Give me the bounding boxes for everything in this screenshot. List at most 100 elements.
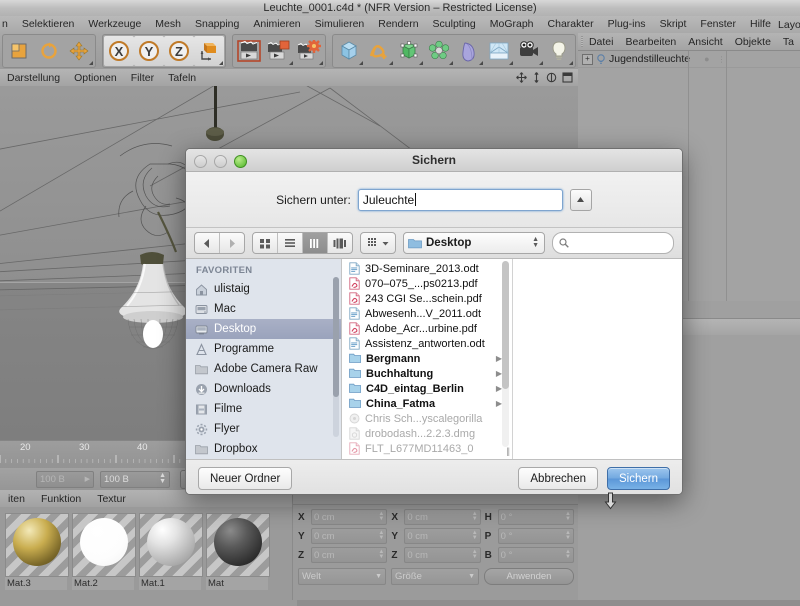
- menu-item-charakter[interactable]: Charakter: [541, 16, 601, 33]
- sidebar-scrollbar[interactable]: [333, 277, 339, 437]
- menu-item-plug-ins[interactable]: Plug-ins: [601, 16, 653, 33]
- menu-item-simulieren[interactable]: Simulieren: [308, 16, 372, 33]
- cancel-button[interactable]: Abbrechen: [518, 467, 598, 490]
- stepper-icon[interactable]: ▲ ▼: [159, 472, 166, 485]
- material-item[interactable]: Mat: [206, 513, 270, 606]
- end-frame-field[interactable]: 100 B ▲ ▼: [100, 470, 170, 488]
- viewport-menu-tafeln[interactable]: Tafeln: [161, 72, 203, 84]
- menu-item-snapping[interactable]: Snapping: [188, 16, 246, 33]
- toolbar-button-render-settings[interactable]: [294, 36, 324, 66]
- forward-button[interactable]: [220, 233, 244, 253]
- sidebar-item-dropbox[interactable]: Dropbox: [186, 439, 341, 459]
- toolbar-button-rotate[interactable]: [34, 36, 64, 66]
- filename-input[interactable]: Juleuchte: [357, 188, 563, 211]
- file-list-item[interactable]: 070–075_...ps0213.pdf: [342, 276, 512, 291]
- stepper-icon[interactable]: ▲ ▼: [472, 549, 478, 560]
- menu-item-animieren[interactable]: Animieren: [246, 16, 307, 33]
- sidebar-item-flyer[interactable]: Flyer: [186, 419, 341, 439]
- coordinate-size-field[interactable]: 0 cm ▲ ▼: [404, 528, 481, 544]
- menu-item-skript[interactable]: Skript: [653, 16, 694, 33]
- file-list-scrollbar[interactable]: [502, 261, 509, 447]
- view-mode-buttons[interactable]: [252, 232, 353, 254]
- layout-selector[interactable]: Layout: ps: [778, 17, 800, 32]
- toolbar-button-render-view[interactable]: [234, 36, 264, 66]
- toolbar-button-axis-y[interactable]: Y: [134, 36, 164, 66]
- coordinate-rotation-field[interactable]: 0 ° ▲ ▼: [497, 528, 574, 544]
- location-popup-button[interactable]: Desktop ▲ ▼: [403, 232, 545, 254]
- current-frame-field[interactable]: 100 B ▶: [36, 470, 94, 488]
- coordinate-position-field[interactable]: 0 cm ▲ ▼: [311, 509, 388, 525]
- nav-history-buttons[interactable]: [194, 232, 245, 254]
- icon-view-button[interactable]: [253, 233, 278, 253]
- toolbar-button-nurbs[interactable]: [394, 36, 424, 66]
- file-list-item[interactable]: Assistenz_antworten.odt: [342, 336, 512, 351]
- object-manager-menu-datei[interactable]: Datei: [583, 36, 620, 48]
- object-manager-menu-ansicht[interactable]: Ansicht: [682, 36, 728, 48]
- new-folder-button[interactable]: Neuer Ordner: [198, 467, 293, 490]
- toolbar-button-scene-object[interactable]: [454, 36, 484, 66]
- sidebar-item-adobe-camera-raw[interactable]: Adobe Camera Raw: [186, 359, 341, 379]
- column-resize-handle[interactable]: ||: [506, 446, 510, 456]
- material-swatch[interactable]: [5, 513, 69, 577]
- material-item[interactable]: Mat.3: [5, 513, 69, 606]
- menu-item-werkzeuge[interactable]: Werkzeuge: [81, 16, 148, 33]
- stepper-icon[interactable]: ▲ ▼: [378, 530, 384, 541]
- minimize-button[interactable]: [214, 155, 227, 168]
- sidebar-item-programme[interactable]: Programme: [186, 339, 341, 359]
- sidebar-item-mac[interactable]: Mac: [186, 299, 341, 319]
- object-manager-row[interactable]: + Jugendstilleuchte ● ⋮: [578, 51, 800, 68]
- coordinate-position-field[interactable]: 0 cm ▲ ▼: [311, 528, 388, 544]
- coordinate-rotation-field[interactable]: 0 ° ▲ ▼: [497, 509, 574, 525]
- scale-view-icon[interactable]: [532, 72, 541, 83]
- file-list-item[interactable]: C4D_eintag_Berlin ▶: [342, 381, 512, 396]
- toolbar-button-cube-primitive[interactable]: [334, 36, 364, 66]
- menu-item-fenster[interactable]: Fenster: [693, 16, 743, 33]
- coverflow-view-button[interactable]: [328, 233, 352, 253]
- file-list-item[interactable]: drobodash...2.2.3.dmg: [342, 426, 512, 441]
- toolbar-button-camera[interactable]: [514, 36, 544, 66]
- rotate-view-icon[interactable]: [546, 72, 557, 83]
- close-button[interactable]: [194, 155, 207, 168]
- action-menu-button[interactable]: [360, 232, 396, 254]
- viewport-menu-darstellung[interactable]: Darstellung: [0, 72, 67, 84]
- stepper-icon[interactable]: ▲ ▼: [565, 549, 571, 560]
- coordinate-rotation-field[interactable]: 0 ° ▲ ▼: [497, 547, 574, 563]
- file-list-item[interactable]: China_Fatma ▶: [342, 396, 512, 411]
- toolbar-button-move-scale[interactable]: [4, 36, 34, 66]
- menu-item-n[interactable]: n: [0, 16, 15, 33]
- coordinate-size-field[interactable]: 0 cm ▲ ▼: [404, 547, 481, 563]
- file-list-item[interactable]: Chris Sch...yscalegorilla: [342, 411, 512, 426]
- favorites-sidebar[interactable]: FAVORITEN ulistaig Mac Desktop Programme Ado…: [186, 259, 342, 459]
- sidebar-item-downloads[interactable]: Downloads: [186, 379, 341, 399]
- column-view-button[interactable]: [303, 233, 328, 253]
- menu-item-rendern[interactable]: Rendern: [371, 16, 425, 33]
- save-button[interactable]: Sichern: [607, 467, 670, 490]
- object-tag-dots-icon[interactable]: ⋮: [718, 55, 726, 63]
- material-menu-iten[interactable]: iten: [0, 493, 33, 505]
- stepper-icon[interactable]: ▲ ▼: [378, 511, 384, 522]
- search-field[interactable]: [552, 232, 674, 254]
- object-visibility-dots-icon[interactable]: ●: [704, 54, 709, 64]
- stepper-icon[interactable]: ▲ ▼: [472, 511, 478, 522]
- viewport-menu-filter[interactable]: Filter: [124, 72, 161, 84]
- toolbar-button-render-region[interactable]: [264, 36, 294, 66]
- save-dialog[interactable]: Sichern Sichern unter: Juleuchte Desktop…: [185, 148, 683, 495]
- menu-item-selektieren[interactable]: Selektieren: [15, 16, 82, 33]
- stepper-icon[interactable]: ▲ ▼: [378, 549, 384, 560]
- file-list-column[interactable]: 3D-Seminare_2013.odt 070–075_...ps0213.pd…: [342, 259, 513, 459]
- maximize-view-icon[interactable]: [562, 72, 573, 83]
- toolbar-button-spline[interactable]: [364, 36, 394, 66]
- file-list-item[interactable]: Adobe_Acr...urbine.pdf: [342, 321, 512, 336]
- stepper-icon[interactable]: ▲ ▼: [565, 511, 571, 522]
- file-list-item[interactable]: 243 CGI Se...schein.pdf: [342, 291, 512, 306]
- material-item[interactable]: Mat.1: [139, 513, 203, 606]
- object-manager-menu-bearbeiten[interactable]: Bearbeiten: [619, 36, 682, 48]
- menu-item-mesh[interactable]: Mesh: [148, 16, 188, 33]
- coordinate-size-field[interactable]: 0 cm ▲ ▼: [404, 509, 481, 525]
- material-swatch[interactable]: [139, 513, 203, 577]
- toolbar-button-environment[interactable]: [484, 36, 514, 66]
- move-view-icon[interactable]: [516, 72, 527, 83]
- material-manager-panel[interactable]: Mat.3 Mat.2 Mat.1 Mat: [0, 507, 297, 606]
- toolbar-button-axis-x[interactable]: X: [104, 36, 134, 66]
- file-list-item[interactable]: Bergmann ▶: [342, 351, 512, 366]
